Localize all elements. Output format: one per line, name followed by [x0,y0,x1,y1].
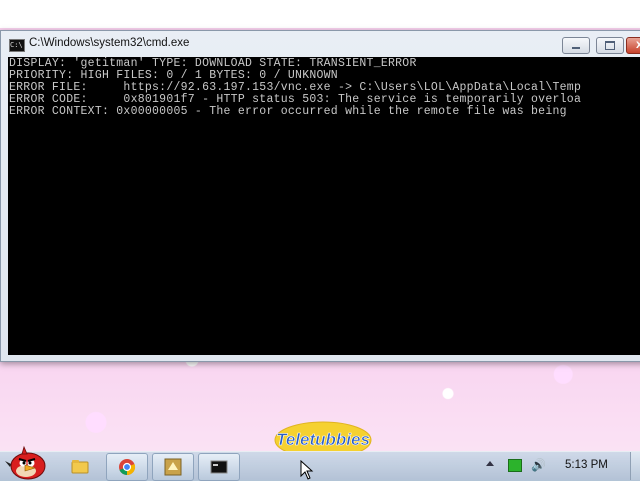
window-titlebar[interactable]: C:\ C:\Windows\system32\cmd.exe [1,31,640,57]
close-button[interactable] [626,37,640,54]
cmd-window[interactable]: C:\ C:\Windows\system32\cmd.exe DISPLAY:… [0,30,640,362]
mouse-cursor-icon [300,460,314,480]
cmd-window-icon[interactable]: C:\ [9,39,25,52]
maximize-button[interactable] [596,37,624,54]
cmd-icon [210,460,228,474]
taskbar-clock[interactable]: 5:13 PM [565,459,608,471]
network-icon[interactable] [508,459,522,472]
angry-bird-start-icon[interactable] [2,444,50,480]
taskbar-app-button[interactable] [152,453,194,481]
taskbar-chrome-button[interactable] [106,453,148,481]
show-hidden-icons-icon[interactable] [486,461,494,466]
desktop-top-area [0,0,640,28]
taskbar-cmd-button[interactable] [198,453,240,481]
console-output[interactable]: DISPLAY: 'getitman' TYPE: DOWNLOAD STATE… [8,57,640,355]
teletubbies-logo: Teletubbies [274,421,372,452]
chrome-icon [119,459,136,476]
window-title: C:\Windows\system32\cmd.exe [29,37,190,49]
console-line: ERROR CONTEXT: 0x00000005 - The error oc… [9,105,567,118]
show-desktop-button[interactable] [630,452,640,480]
app-icon [164,458,182,476]
taskbar-explorer-button[interactable] [60,453,100,479]
minimize-button[interactable] [562,37,590,54]
volume-icon[interactable]: 🔊 [531,458,546,472]
explorer-icon [71,460,89,474]
teletubbies-logo-text: Teletubbies [276,430,370,449]
